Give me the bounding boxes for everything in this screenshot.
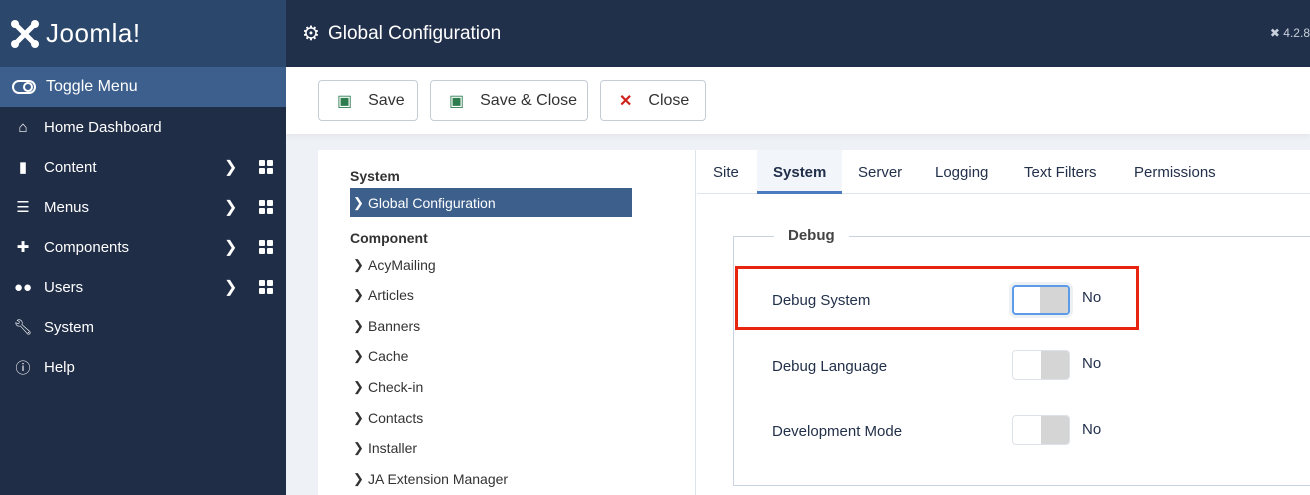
home-icon: ⌂	[18, 118, 28, 136]
joomla-logo[interactable]: Joomla!	[0, 0, 286, 67]
tab-server[interactable]: Server	[842, 150, 918, 194]
list-item[interactable]: ❯ Contacts	[350, 408, 423, 428]
chevron-right-icon: ❯	[353, 287, 364, 302]
list-item[interactable]: ❯ Articles	[350, 285, 414, 305]
chevron-right-icon[interactable]: ❯	[224, 237, 237, 257]
sidebar-item-system[interactable]: 🔧︎ System	[0, 307, 286, 347]
chevron-right-icon[interactable]: ❯	[224, 197, 237, 217]
wrench-icon: 🔧︎	[13, 319, 33, 336]
config-tabs: Site System Server Logging Text Filters …	[697, 150, 1310, 194]
page-header: ⚙ Global Configuration ✖ 4.2.8	[286, 0, 1310, 67]
chevron-right-icon: ❯	[353, 440, 364, 455]
page-title: Global Configuration	[327, 22, 502, 44]
item-label: AcyMailing	[368, 257, 436, 273]
component-heading: Component	[350, 230, 428, 246]
chevron-right-icon[interactable]: ❯	[224, 157, 237, 177]
list-item[interactable]: ❯ Cache	[350, 346, 408, 366]
item-label: Cache	[368, 348, 409, 364]
development-mode-value: No	[1082, 421, 1102, 438]
gear-icon: ⚙	[302, 23, 320, 45]
info-icon: ⓘ	[15, 359, 31, 377]
sidebar-item-menus[interactable]: ☰ Menus ❯	[0, 187, 286, 227]
component-list: System ❯ Global Configuration Component ❯…	[318, 150, 696, 495]
grid-icon[interactable]	[259, 200, 273, 214]
item-label: Contacts	[368, 410, 424, 426]
item-label: Check-in	[368, 379, 424, 395]
toggle-menu[interactable]: Toggle Menu	[0, 67, 286, 107]
sidebar: Joomla! Toggle Menu ⌂ Home Dashboard ▮ Con…	[0, 0, 286, 495]
item-label: Installer	[368, 440, 418, 456]
close-label: Close	[648, 91, 690, 109]
debug-language-value: No	[1082, 355, 1102, 372]
list-item[interactable]: ❯ Check-in	[350, 377, 423, 397]
sidebar-item-label: Components	[44, 238, 130, 256]
grid-icon[interactable]	[259, 280, 273, 294]
tab-permissions[interactable]: Permissions	[1118, 150, 1232, 194]
sidebar-item-label: Users	[44, 278, 84, 296]
chevron-right-icon: ❯	[353, 379, 364, 394]
puzzle-icon: ✚	[16, 239, 30, 256]
debug-language-toggle[interactable]	[1012, 350, 1070, 380]
joomla-icon	[11, 19, 39, 48]
sidebar-item-label: Help	[44, 358, 75, 376]
save-close-label: Save & Close	[480, 91, 578, 109]
chevron-right-icon: ❯	[353, 410, 364, 425]
grid-icon[interactable]	[259, 240, 273, 254]
close-button[interactable]: ✕ Close	[600, 80, 706, 121]
sidebar-item-help[interactable]: ⓘ Help	[0, 347, 286, 387]
sidebar-item-label: System	[44, 318, 95, 336]
sidebar-item-content[interactable]: ▮ Content ❯	[0, 147, 286, 187]
sidebar-item-label: Content	[44, 158, 97, 176]
list-icon: ☰	[16, 199, 30, 216]
chevron-right-icon: ❯	[353, 348, 364, 363]
chevron-right-icon: ❯	[353, 194, 364, 210]
toolbar: ▣ Save ▣ Save & Close ✕ Close	[286, 67, 1310, 134]
debug-language-label: Debug Language	[772, 358, 888, 375]
logo-text: Joomla!	[46, 18, 141, 48]
save-button[interactable]: ▣ Save	[318, 80, 418, 121]
file-icon: ▮	[18, 159, 28, 176]
list-item[interactable]: ❯ AcyMailing	[350, 255, 436, 275]
version-label: ✖ 4.2.8	[1269, 26, 1310, 40]
tab-system[interactable]: System	[757, 150, 843, 194]
users-icon: ●●	[13, 278, 33, 296]
list-item-global-configuration[interactable]: ❯ Global Configuration	[350, 188, 632, 217]
development-mode-toggle[interactable]	[1012, 415, 1070, 445]
close-icon: ✕	[619, 92, 633, 110]
tab-logging[interactable]: Logging	[919, 150, 1004, 194]
tab-text-filters[interactable]: Text Filters	[1008, 150, 1113, 194]
list-item[interactable]: ❯ Banners	[350, 316, 420, 336]
save-close-button[interactable]: ▣ Save & Close	[430, 80, 588, 121]
toggle-icon	[12, 80, 36, 94]
chevron-right-icon: ❯	[353, 318, 364, 333]
fieldset-legend: Debug	[774, 227, 849, 244]
save-icon: ▣	[337, 92, 353, 110]
grid-icon[interactable]	[259, 160, 273, 174]
chevron-right-icon: ❯	[353, 257, 364, 272]
item-label: Banners	[368, 318, 421, 334]
sidebar-item-label: Home Dashboard	[44, 118, 162, 136]
item-label: JA Extension Manager	[368, 471, 509, 487]
save-icon: ▣	[449, 92, 465, 110]
list-item[interactable]: ❯ Installer	[350, 438, 417, 458]
version-number: 4.2.8	[1283, 26, 1310, 40]
development-mode-label: Development Mode	[772, 423, 903, 440]
list-item[interactable]: ❯ JA Extension Manager	[350, 469, 508, 489]
system-heading: System	[350, 168, 400, 184]
item-label: Articles	[368, 287, 414, 303]
tab-site[interactable]: Site	[697, 150, 755, 194]
sidebar-item-components[interactable]: ✚ Components ❯	[0, 227, 286, 267]
highlight-box	[735, 266, 1139, 330]
sidebar-item-users[interactable]: ●● Users ❯	[0, 267, 286, 307]
sidebar-item-home[interactable]: ⌂ Home Dashboard	[0, 107, 286, 147]
chevron-right-icon[interactable]: ❯	[224, 277, 237, 297]
toggle-menu-label: Toggle Menu	[46, 78, 138, 95]
chevron-right-icon: ❯	[353, 471, 364, 486]
sidebar-item-label: Menus	[44, 198, 90, 216]
save-label: Save	[368, 91, 405, 109]
item-label: Global Configuration	[368, 194, 496, 211]
